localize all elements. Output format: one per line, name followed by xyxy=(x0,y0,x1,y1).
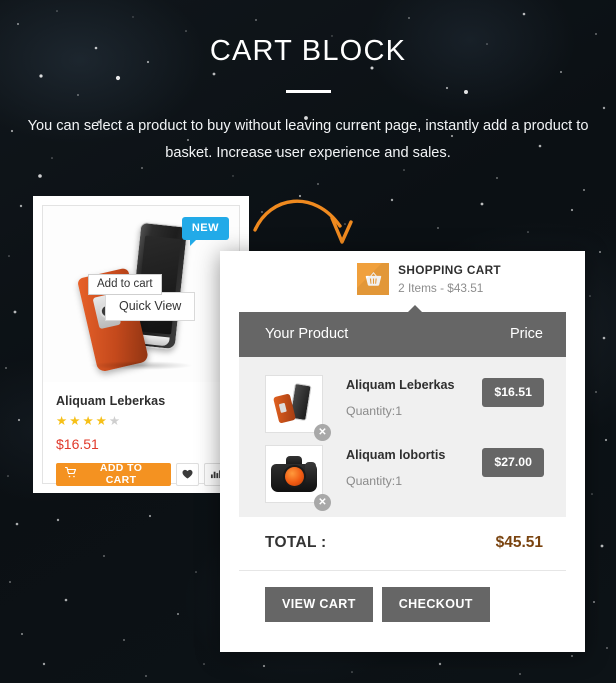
cart-item-thumbnail xyxy=(265,445,323,504)
cart-item-quantity: Quantity:1 xyxy=(346,404,403,419)
cart-item-details: Aliquam Leberkas Quantity:1 xyxy=(323,375,482,418)
phone-thumbnail-icon xyxy=(272,383,315,425)
product-info: Aliquam Leberkas ★★★★★ $16.51 ADD TO CAR… xyxy=(43,382,239,486)
star-icon: ★ xyxy=(56,414,70,428)
product-card[interactable]: NEW Quick View Aliquam Leberkas ★★★★★ $1… xyxy=(33,196,249,493)
add-to-cart-label: ADD TO CART xyxy=(99,462,143,486)
add-to-cart-button[interactable]: ADD TO CART xyxy=(56,462,172,486)
cart-item-name[interactable]: Aliquam Leberkas xyxy=(346,378,482,392)
product-price: $16.51 xyxy=(56,435,99,452)
title-divider xyxy=(285,90,331,93)
cart-item-price: $27.00 xyxy=(482,448,544,478)
product-name: Aliquam Leberkas xyxy=(56,394,166,408)
star-icon: ★ xyxy=(82,414,96,428)
product-rating: ★★★★★ xyxy=(56,415,227,428)
column-header-product: Your Product xyxy=(265,326,349,343)
new-badge: NEW xyxy=(181,217,229,246)
cart-item-price: $16.51 xyxy=(482,378,544,408)
cart-title: SHOPPING CART xyxy=(398,263,501,277)
checkout-button[interactable]: CHECKOUT xyxy=(381,587,490,623)
cart-table-header: Your Product Price xyxy=(239,312,566,358)
cart-total-row: TOTAL : $45.51 xyxy=(239,517,566,572)
cart-header[interactable]: SHOPPING CART 2 Items - $43.51 xyxy=(220,251,585,305)
page-title: CART BLOCK xyxy=(209,35,407,67)
camera-thumbnail-icon xyxy=(271,456,317,493)
cart-item-thumbnail xyxy=(265,375,323,434)
phone-shadow xyxy=(89,361,193,370)
wishlist-button[interactable] xyxy=(176,462,200,486)
shopping-cart-panel: SHOPPING CART 2 Items - $43.51 Your Prod… xyxy=(220,251,585,652)
view-cart-button[interactable]: VIEW CART xyxy=(265,587,373,623)
page-subtitle: You can select a product to buy without … xyxy=(27,118,589,161)
quick-view-button[interactable]: Quick View xyxy=(105,292,196,321)
cart-item-name[interactable]: Aliquam lobortis xyxy=(346,448,482,462)
star-icon: ★ xyxy=(108,414,123,428)
cart-summary: 2 Items - $43.51 xyxy=(398,280,484,295)
star-icon: ★ xyxy=(95,414,109,428)
add-to-cart-tooltip: Add to cart xyxy=(88,274,162,295)
cart-icon xyxy=(64,466,77,481)
cart-caret-icon xyxy=(408,305,422,313)
cart-item-thumb-wrap: ✕ xyxy=(265,375,331,442)
cart-item-row: ✕ Aliquam lobortis Quantity:1 $27.00 xyxy=(239,439,566,512)
product-actions: ADD TO CART xyxy=(56,462,228,486)
remove-item-button[interactable]: ✕ xyxy=(314,494,331,512)
star-icon: ★ xyxy=(69,414,83,428)
total-value: $45.51 xyxy=(495,534,543,552)
camera-grip-shape xyxy=(305,462,316,485)
cart-item-quantity: Quantity:1 xyxy=(346,474,403,489)
cart-item-details: Aliquam lobortis Quantity:1 xyxy=(323,445,482,488)
cart-items-list: ✕ Aliquam Leberkas Quantity:1 $16.51 ✕ A… xyxy=(239,357,566,518)
cart-header-text: SHOPPING CART 2 Items - $43.51 xyxy=(398,263,501,295)
page-header: CART BLOCK You can select a product to b… xyxy=(0,0,616,167)
basket-icon[interactable] xyxy=(357,263,390,296)
cart-actions: VIEW CART CHECKOUT xyxy=(239,571,566,623)
cart-item-row: ✕ Aliquam Leberkas Quantity:1 $16.51 xyxy=(239,369,566,442)
total-label: TOTAL : xyxy=(265,534,327,552)
cart-item-thumb-wrap: ✕ xyxy=(265,445,331,512)
column-header-price: Price xyxy=(509,326,543,343)
product-card-inner: NEW Quick View Aliquam Leberkas ★★★★★ $1… xyxy=(42,205,240,486)
heart-icon xyxy=(182,467,193,482)
